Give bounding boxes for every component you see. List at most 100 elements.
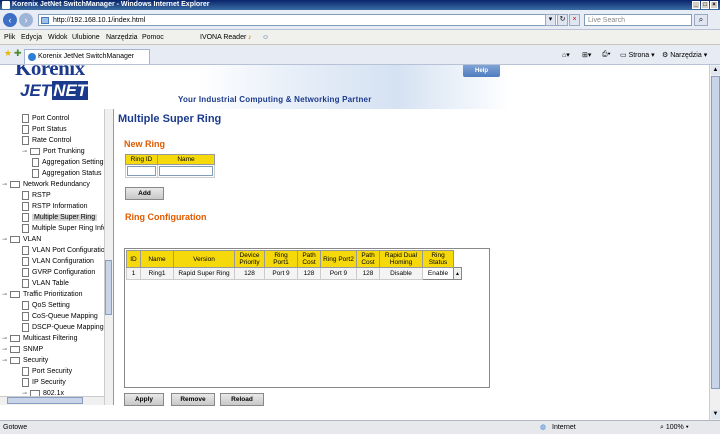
expand-icon[interactable]: ⊸ [22,147,29,158]
tree-item[interactable]: CoS-Queue Mapping [22,311,98,322]
tree-item[interactable]: IP Security [22,377,66,388]
page-title: Multiple Super Ring [118,113,222,125]
expand-icon[interactable]: ⊸ [2,290,9,301]
tree-item[interactable]: ⊸ SNMP [2,344,43,355]
ivona-icon[interactable]: ♪ [248,34,252,41]
page-icon [22,212,29,222]
tree-item[interactable]: ⊸ Multicast Filtering [2,333,77,344]
tree-item-label: Aggregation Status [42,170,102,177]
menu-ulubione[interactable]: Ulubione [72,34,100,41]
tree-item[interactable]: ⊸ Port Trunking [22,146,85,157]
tree-item-label: Multiple Super Ring [32,214,98,221]
tree-item-label: Traffic Prioritization [23,291,83,298]
reload-button[interactable]: Reload [220,393,264,406]
ring-column-header: Name [140,250,174,268]
tree-hscroll-thumb[interactable] [7,397,83,404]
page-scroll-thumb[interactable] [711,76,720,389]
minimize-button[interactable]: _ [692,1,700,9]
tree-item-label: Rate Control [32,137,72,144]
address-dropdown-icon[interactable]: ▾ [545,14,556,26]
tree-item[interactable]: ⊸ VLAN [2,234,41,245]
add-favorites-icon[interactable]: ✚ [14,48,22,59]
tree-item[interactable]: DSCP-Queue Mapping [22,322,104,333]
tree-item-label: Port Security [32,368,73,375]
tree-item[interactable]: ⊸ Network Redundancy [2,179,90,190]
forward-icon[interactable]: › [19,13,33,27]
new-ring-table: Ring ID Name [125,154,215,178]
expand-icon[interactable]: ⊸ [2,180,9,191]
tree-item[interactable]: VLAN Table [22,278,69,289]
tab-korenix[interactable]: Korenix JetNet SwitchManager [24,49,150,64]
remove-button[interactable]: Remove [171,393,215,406]
maximize-button[interactable]: □ [701,1,709,9]
tree-item-label: Port Trunking [43,148,85,155]
tree-item[interactable]: RSTP Information [22,201,88,212]
zoom-control[interactable]: ⌕ 100% ▾ [660,424,689,432]
tree-scroll-thumb[interactable] [105,260,112,315]
ring-name-input[interactable] [159,166,213,176]
menu-narzedzia[interactable]: Narzędzia [106,34,138,41]
window-titlebar: Korenix JetNet SwitchManager - Windows I… [0,0,720,10]
search-input[interactable]: Live Search [584,14,692,26]
ring-id-input[interactable] [127,166,156,176]
expand-icon[interactable]: ⊸ [2,356,9,367]
menu-edycja[interactable]: Edycja [21,34,42,41]
tree-item[interactable]: Aggregation Setting [32,157,104,168]
apply-button[interactable]: Apply [124,393,164,406]
ring-cell: 128 [356,267,380,280]
page-menu[interactable]: ▭ Strona ▾ [620,51,655,59]
scroll-up-icon[interactable]: ▲ [711,66,720,75]
tree-item[interactable]: Aggregation Status [32,168,102,179]
tree-item[interactable]: RSTP [22,190,51,201]
favorites-star-icon[interactable]: ★ [4,48,12,59]
close-button[interactable]: × [710,1,718,9]
ring-configuration-table: ID Name Version Device Priority Ring Port1 Pa… [126,250,462,280]
tree-item-label: QoS Setting [32,302,70,309]
tree-item[interactable]: ⊸ Traffic Prioritization [2,289,83,300]
tree-item-label: Aggregation Setting [42,159,104,166]
print-icon[interactable]: ⎙▾ [602,51,611,59]
tree-item[interactable]: QoS Setting [22,300,70,311]
tree-item[interactable]: ⊸ Security [2,355,48,366]
jetnet-logo-net: NET [52,81,89,100]
tree-item[interactable]: VLAN Configuration [22,256,94,267]
tree-item[interactable]: Multiple Super Ring [22,212,98,223]
stop-icon[interactable]: × [569,14,580,26]
menu-pomoc[interactable]: Pomoc [142,34,164,41]
status-bar: Gotowe ◍ Internet ⌕ 100% ▾ [0,420,720,434]
search-icon[interactable]: ⌕ [694,14,708,26]
ivona-settings-icon[interactable]: ☺ [262,34,269,41]
expand-icon[interactable]: ⊸ [2,235,9,246]
tools-menu[interactable]: ⚙ Narzędzia ▾ [662,51,707,59]
tree-item[interactable]: Multiple Super Ring Info [22,223,107,234]
refresh-icon[interactable]: ↻ [557,14,568,26]
feeds-icon[interactable]: ⊞▾ [582,51,591,59]
tree-item[interactable]: Rate Control [22,135,71,146]
tree-item[interactable]: VLAN Port Configuration [22,245,109,256]
tree-item[interactable]: Port Security [22,366,72,377]
page-icon [22,190,29,200]
tree-item[interactable]: Port Status [22,124,67,135]
tagline: Your Industrial Computing & Networking P… [178,95,372,104]
help-button[interactable]: Help [463,65,500,77]
menu-plik[interactable]: Plik [4,34,15,41]
menu-widok[interactable]: Widok [48,34,67,41]
ring-column-header: Ring Port1 [264,250,298,268]
tree-item[interactable]: GVRP Configuration [22,267,95,278]
tree-vertical-scrollbar[interactable] [104,109,113,405]
page-icon [22,201,29,211]
address-bar[interactable]: http://192.168.10.1/index.html [38,14,558,26]
ring-status-select[interactable]: Enable [422,267,454,280]
ring-column-header: ID [126,250,141,268]
tree-item-label: Security [23,357,49,364]
back-icon[interactable]: ‹ [3,13,17,27]
status-scroll-icon[interactable]: ▲ [453,267,462,280]
page-vertical-scrollbar[interactable]: ▲ ▼ [709,65,720,420]
home-icon[interactable]: ⌂▾ [562,51,570,59]
ivona-reader[interactable]: IVONA Reader [200,34,246,41]
tree-item[interactable]: Port Control [22,113,69,124]
tree-item-label: IP Security [32,379,66,386]
col-ring-id: Ring ID [125,154,158,165]
scroll-down-icon[interactable]: ▼ [711,410,720,419]
add-button[interactable]: Add [125,187,164,200]
